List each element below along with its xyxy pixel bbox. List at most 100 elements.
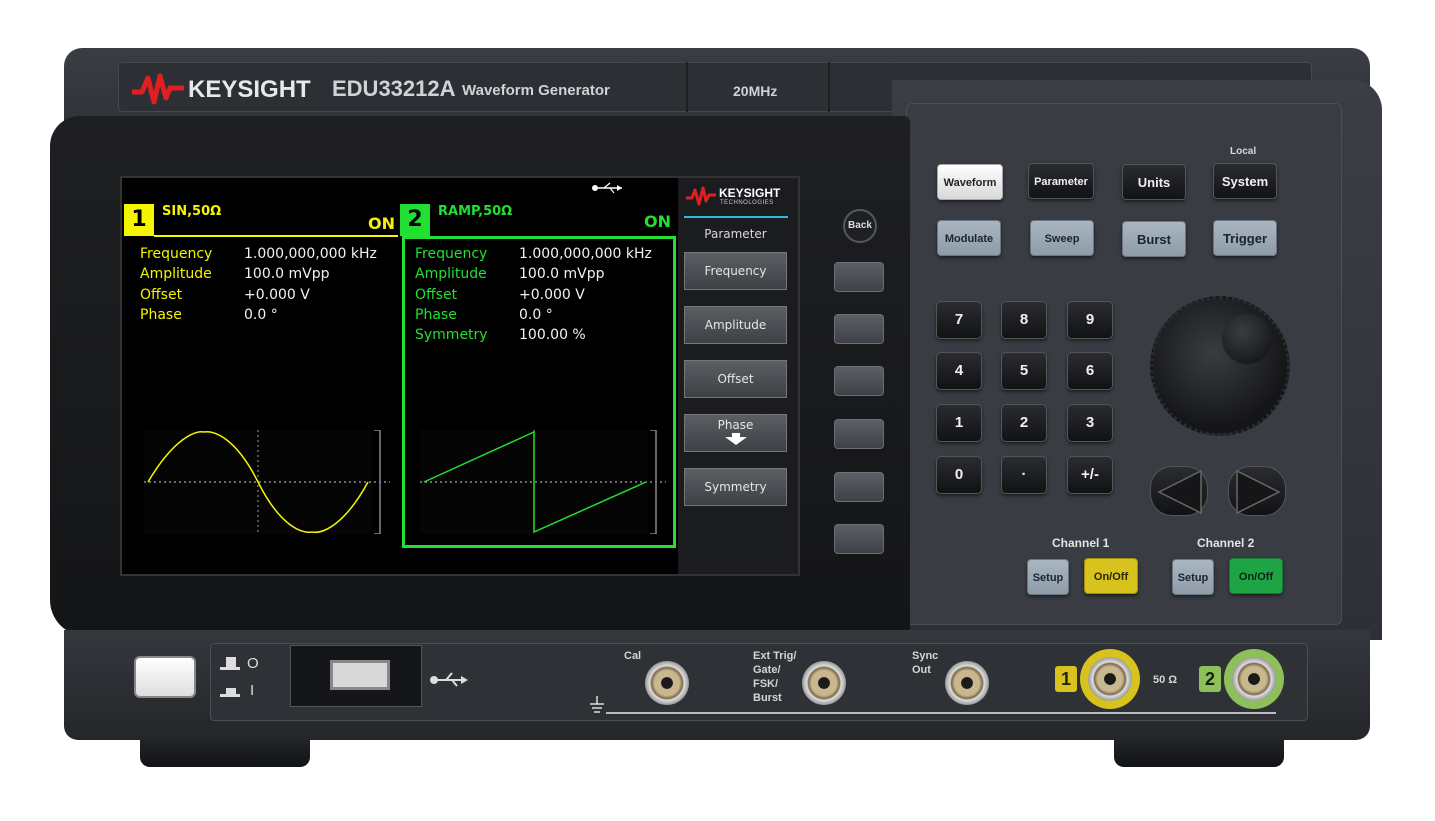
trigger-button[interactable]: Trigger [1213, 220, 1277, 256]
cal-label: Cal [624, 650, 642, 662]
numpad-5[interactable]: 5 [1001, 352, 1047, 390]
channel2-param-row[interactable]: Offset +0.000 V [415, 287, 665, 305]
channel1-name: SIN,50Ω [162, 204, 222, 219]
channel1-param-row[interactable]: Phase 0.0 ° [140, 307, 390, 325]
numpad-2[interactable]: 2 [1001, 404, 1047, 442]
plate-baseline [606, 712, 1276, 714]
softkey-symmetry[interactable]: Symmetry [684, 468, 787, 506]
modulate-button[interactable]: Modulate [937, 220, 1001, 256]
channel2-number: 2 [400, 204, 430, 236]
channel2-state: ON [644, 212, 671, 231]
numpad-7[interactable]: 7 [936, 301, 982, 339]
softkey-button-1[interactable] [834, 262, 884, 292]
cal-connector[interactable] [645, 661, 689, 705]
channel2-ramp-waveform [420, 430, 666, 534]
power-button[interactable] [134, 656, 196, 698]
param-value: +0.000 V [244, 287, 310, 303]
numpad-decimal[interactable]: · [1001, 456, 1047, 494]
param-value: 100.0 mVpp [519, 266, 605, 282]
channel2-param-row[interactable]: Symmetry 100.00 % [415, 327, 665, 345]
channel2-param-row[interactable]: Phase 0.0 ° [415, 307, 665, 325]
channel2-setup-button[interactable]: Setup [1172, 559, 1214, 595]
param-label: Phase [415, 307, 457, 323]
softkey-phase-label: Phase [717, 418, 754, 432]
channel2-param-row[interactable]: Frequency 1.000,000,000 kHz [415, 246, 665, 264]
softkey-brand: KEYSIGHT [719, 186, 781, 200]
channel1-panel[interactable]: 1 SIN,50Ω ON Frequency 1.000,000,000 kHz… [124, 200, 398, 550]
softkey-button-3[interactable] [834, 366, 884, 396]
usb-port[interactable] [330, 660, 390, 690]
softkey-button-2[interactable] [834, 314, 884, 344]
standby-icon [220, 657, 240, 670]
ext-trig-label-1: Ext Trig/ [753, 650, 797, 662]
channel2-label: Channel 2 [1197, 536, 1255, 550]
sync-out-label-2: Out [912, 664, 931, 676]
numpad-4[interactable]: 4 [936, 352, 982, 390]
channel1-param-row[interactable]: Amplitude 100.0 mVpp [140, 266, 390, 284]
ext-trig-connector[interactable] [802, 661, 846, 705]
units-button[interactable]: Units [1122, 164, 1186, 200]
softkey-button-4[interactable] [834, 419, 884, 449]
numpad-8[interactable]: 8 [1001, 301, 1047, 339]
rotary-knob[interactable] [1150, 296, 1290, 436]
channel1-onoff-button[interactable]: On/Off [1084, 558, 1138, 594]
usb-symbol-icon [430, 672, 468, 687]
numpad-6[interactable]: 6 [1067, 352, 1113, 390]
numpad-3[interactable]: 3 [1067, 404, 1113, 442]
sync-out-label-1: Sync [912, 650, 939, 662]
back-button[interactable]: Back [843, 209, 877, 243]
right-arrow-button[interactable] [1228, 466, 1286, 516]
output1-tag: 1 [1055, 666, 1077, 692]
parameter-button[interactable]: Parameter [1028, 163, 1094, 199]
keysight-logo-icon [132, 73, 184, 105]
softkey-divider [684, 216, 788, 218]
channel1-param-row[interactable]: Frequency 1.000,000,000 kHz [140, 246, 390, 264]
channel2-onoff-button[interactable]: On/Off [1229, 558, 1283, 594]
param-value: 0.0 ° [244, 307, 278, 323]
softkey-amplitude[interactable]: Amplitude [684, 306, 787, 344]
softkey-menu-title: Parameter [704, 227, 767, 241]
param-value: 1.000,000,000 kHz [519, 246, 652, 262]
channel2-panel[interactable]: 2 RAMP,50Ω ON Frequency 1.000,000,000 kH… [400, 200, 678, 550]
channel1-sine-waveform [144, 430, 390, 534]
param-value: 100.0 mVpp [244, 266, 330, 282]
channel2-name: RAMP,50Ω [438, 204, 513, 219]
bandwidth-label: 20MHz [733, 83, 778, 99]
strip-divider [828, 62, 830, 112]
system-button[interactable]: System [1213, 163, 1277, 199]
numpad-0[interactable]: 0 [936, 456, 982, 494]
param-label: Offset [415, 287, 458, 303]
sync-out-connector[interactable] [945, 661, 989, 705]
output2-connector[interactable] [1232, 657, 1276, 701]
param-value: +0.000 V [519, 287, 585, 303]
ext-trig-label-3: FSK/ [753, 678, 779, 690]
local-label: Local [1230, 146, 1257, 157]
left-arrow-button[interactable] [1150, 466, 1208, 516]
param-label: Phase [140, 307, 182, 323]
waveform-button[interactable]: Waveform [937, 164, 1003, 200]
knob-grip-icon [1222, 314, 1272, 364]
triangle-left-icon [1157, 469, 1202, 515]
param-label: Frequency [140, 246, 213, 262]
channel2-param-row[interactable]: Amplitude 100.0 mVpp [415, 266, 665, 284]
model-number: EDU33212A [332, 76, 456, 101]
softkey-phase[interactable]: Phase [684, 414, 787, 452]
softkey-button-5[interactable] [834, 472, 884, 502]
product-name: Waveform Generator [462, 82, 610, 99]
output1-connector[interactable] [1088, 657, 1132, 701]
burst-button[interactable]: Burst [1122, 221, 1186, 257]
numpad-1[interactable]: 1 [936, 404, 982, 442]
channel1-param-row[interactable]: Offset +0.000 V [140, 287, 390, 305]
numpad-plus-minus[interactable]: +/- [1067, 456, 1113, 494]
softkey-offset[interactable]: Offset [684, 360, 787, 398]
ground-icon [590, 696, 604, 713]
sweep-button[interactable]: Sweep [1030, 220, 1094, 256]
param-label: Amplitude [140, 266, 212, 282]
softkey-button-6[interactable] [834, 524, 884, 554]
channel1-setup-button[interactable]: Setup [1027, 559, 1069, 595]
power-off-symbol: I [250, 682, 255, 699]
param-label: Frequency [415, 246, 488, 262]
softkey-frequency[interactable]: Frequency [684, 252, 787, 290]
output2-tag: 2 [1199, 666, 1221, 692]
numpad-9[interactable]: 9 [1067, 301, 1113, 339]
